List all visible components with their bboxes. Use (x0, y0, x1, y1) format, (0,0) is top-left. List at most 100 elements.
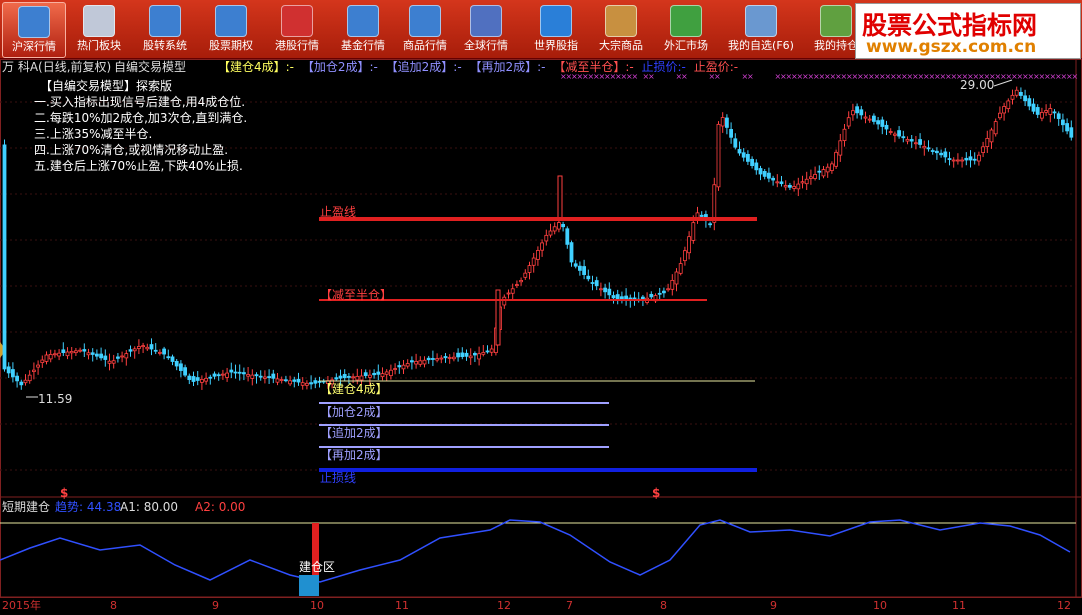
candle-body (401, 364, 406, 370)
candle-body (930, 150, 935, 152)
candle-body (1052, 111, 1057, 114)
candle-body (183, 367, 188, 376)
candle-body (212, 373, 217, 377)
candle-body (145, 346, 150, 350)
candle-body (926, 147, 931, 150)
candle-body (678, 263, 683, 274)
candle-body (120, 355, 124, 358)
candle-body (15, 375, 20, 382)
candle-body (859, 109, 864, 116)
candle-body (1031, 103, 1036, 112)
notes-title: 【自编交易模型】探索版 (40, 79, 173, 93)
signal-marker: $ (60, 486, 69, 500)
candle-body (531, 257, 536, 266)
candle-body (729, 129, 733, 138)
candle-body (313, 380, 318, 384)
candle-body (649, 293, 654, 298)
date-tick-label: 12 (497, 599, 511, 612)
candle-body (737, 149, 742, 154)
candle-body (943, 151, 948, 158)
candle-body (254, 374, 259, 377)
candle-body (951, 159, 956, 162)
add-20-label: 【加仓2成】 (320, 405, 388, 419)
candle-body (720, 117, 725, 127)
take-profit-label: 止盈线 (320, 205, 357, 219)
trend-line (0, 519, 1071, 583)
candle-body (809, 176, 813, 179)
candle-body (985, 137, 990, 147)
candle-body (573, 263, 578, 267)
candle-body (187, 375, 192, 381)
candle-body (309, 382, 314, 385)
candle-body (683, 250, 687, 262)
candle-body (800, 181, 805, 184)
candle-body (1019, 91, 1023, 96)
candle-body (27, 374, 32, 382)
candle-body (746, 153, 750, 162)
again-20-label: 【再加2成】 (320, 448, 388, 462)
signal-marker: $ (652, 486, 661, 500)
legend-item: 止盈价:- (693, 60, 739, 74)
candle-body (964, 157, 969, 161)
candle-body (909, 139, 914, 142)
candle-body (901, 136, 906, 139)
candle-body (1023, 95, 1027, 102)
candle-body (162, 348, 167, 355)
candle-body (506, 292, 511, 295)
candle-body (178, 363, 183, 371)
candle-body (116, 356, 120, 359)
candle-body (174, 360, 179, 367)
candle-body (1002, 106, 1006, 114)
candle-body (779, 181, 784, 185)
candle-body (95, 353, 99, 357)
candle-body (741, 152, 746, 158)
candle-body (804, 178, 809, 185)
candle-body (607, 288, 612, 296)
candle-body (557, 222, 561, 230)
candle-body (846, 117, 851, 127)
top-x-marker: × (1072, 72, 1079, 81)
date-tick-label: 8 (110, 599, 117, 612)
candle-body (414, 360, 419, 365)
candle-body (61, 349, 66, 353)
candle-body (23, 379, 28, 384)
note-line: 二.每跌10%加2成仓,加3次仓,直到满仓. (34, 111, 248, 125)
candle-body (246, 374, 251, 377)
candle-body (384, 371, 389, 375)
candle-body (523, 272, 528, 278)
note-line: 五.建仓后上涨70%止盈,下跌40%止损. (34, 159, 243, 173)
candle-body (53, 353, 57, 356)
reduce-half-label: 【减至半仓】 (320, 288, 393, 302)
candle-body (288, 380, 293, 385)
candle-body (460, 352, 465, 358)
candle-body (220, 373, 225, 376)
candle-body (48, 353, 53, 360)
candle-body (586, 275, 591, 280)
candle-body (947, 158, 952, 160)
indicator-name: 短期建仓 (2, 500, 51, 514)
candle-body (977, 154, 981, 162)
candle-body (876, 120, 880, 125)
candle-body (989, 129, 994, 143)
candle-body (960, 159, 964, 162)
candle-body (36, 364, 40, 368)
candle-body (1040, 112, 1044, 119)
candle-body (74, 350, 78, 354)
candle-body (750, 158, 754, 166)
candle-body (32, 369, 36, 372)
candle-body (136, 346, 141, 349)
price-low-label: 11.59 (38, 392, 73, 406)
candle-body (166, 356, 171, 359)
candle-body (540, 242, 544, 251)
candle-body (204, 377, 209, 382)
candle-body (229, 369, 234, 373)
candle-body (376, 371, 381, 375)
candle-body (283, 379, 288, 382)
candle-body (783, 185, 788, 188)
candle-body (388, 369, 393, 377)
legend-item: 【加仓2成】:- (301, 60, 382, 74)
note-line: 一.买入指标出现信号后建仓,用4成仓位. (34, 95, 246, 109)
candle-body (372, 372, 377, 376)
candle-body (363, 372, 368, 376)
candle-body (191, 376, 196, 382)
